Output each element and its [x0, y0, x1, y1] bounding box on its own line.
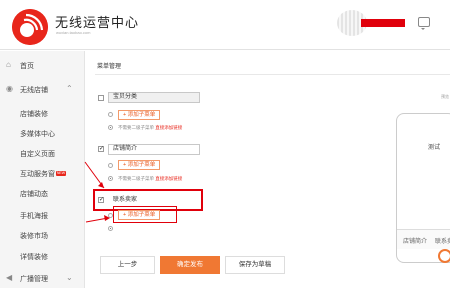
menu-name-field-2[interactable]: 店铺简介 — [108, 144, 200, 155]
broadcast-icon: ◀ — [6, 273, 13, 282]
preview-label: 预览 — [441, 94, 449, 99]
sidebar-item-poster[interactable]: 手机海报 — [20, 211, 48, 221]
sidebar-item-interactive[interactable]: 互动服务窗 — [20, 169, 55, 179]
add-submenu-button-2[interactable]: + 添加子菜单 — [118, 160, 161, 170]
chevron-up-icon[interactable]: ⌃ — [66, 84, 73, 93]
sidebar-item-store-decor[interactable]: 店铺装修 — [20, 109, 48, 119]
note-text-2: 不需要二级子菜单 — [118, 176, 154, 181]
sidebar-item-broadcast[interactable]: 广播管理 — [20, 274, 48, 284]
sidebar: ⌂ 首页 ◉ 无线店铺 ⌃ 店铺装修 多媒体中心 自定义页面 互动服务窗 店铺动… — [0, 51, 85, 288]
new-badge: NEW — [56, 171, 66, 176]
home-icon: ⌂ — [6, 60, 11, 69]
wireless-icon: ◉ — [6, 84, 13, 93]
annotation-arrows — [84, 161, 110, 223]
note-text-1: 不需要二级子菜单 — [118, 125, 154, 130]
preview-menu-bar: 店铺简介 联系卖家 — [397, 229, 450, 249]
app-url: wuxian.taobao.com — [56, 30, 91, 35]
divider — [95, 74, 450, 75]
prev-button[interactable]: 上一步 — [100, 256, 155, 274]
highlight-box-add — [113, 206, 177, 223]
sidebar-item-market[interactable]: 装修市场 — [20, 231, 48, 241]
message-icon[interactable] — [418, 17, 430, 30]
sidebar-item-dynamics[interactable]: 店铺动态 — [20, 189, 48, 199]
sidebar-item-custom-page[interactable]: 自定义页面 — [20, 149, 55, 159]
direct-link-1[interactable]: 直接添加链接 — [155, 125, 182, 130]
app-logo[interactable] — [12, 9, 48, 45]
direct-link-2[interactable]: 直接添加链接 — [155, 176, 182, 181]
save-draft-button[interactable]: 保存为草稿 — [225, 256, 285, 274]
direct-link-note-1[interactable]: 不需要二级子菜单 直接添加链接 — [118, 125, 182, 131]
publish-button[interactable]: 确定发布 — [160, 256, 220, 274]
preview-center-text: 测试 — [428, 145, 441, 151]
page-title: 菜单管理 — [97, 64, 122, 70]
preview-home-button[interactable] — [438, 249, 450, 263]
arrow-head-icon — [98, 182, 104, 188]
menu-checkbox-1[interactable] — [98, 95, 104, 101]
radio-direct-link-1[interactable] — [108, 125, 113, 130]
chevron-down-icon[interactable]: ⌄ — [66, 273, 73, 282]
sidebar-item-wireless[interactable]: 无线店铺 — [20, 85, 48, 95]
menu-checkbox-2[interactable]: ✓ — [98, 146, 104, 152]
arrow-head-icon — [104, 215, 110, 221]
direct-link-note-2[interactable]: 不需要二级子菜单 直接添加链接 — [118, 176, 182, 182]
sidebar-item-home[interactable]: 首页 — [20, 61, 34, 71]
preview-tab-2: 联系卖家 — [435, 239, 450, 245]
preview-tab-1: 店铺简介 — [403, 239, 428, 245]
add-submenu-button-1[interactable]: + 添加子菜单 — [118, 110, 161, 120]
app-title: 无线运营中心 — [55, 15, 140, 30]
logo-icon — [12, 9, 48, 45]
radio-add-submenu-1[interactable] — [108, 112, 113, 117]
menu-name-field-1[interactable]: 宝贝分类 — [108, 92, 200, 103]
redacted-username — [361, 19, 405, 27]
sidebar-item-media[interactable]: 多媒体中心 — [20, 129, 55, 139]
sidebar-item-detail[interactable]: 详情装修 — [20, 252, 48, 262]
